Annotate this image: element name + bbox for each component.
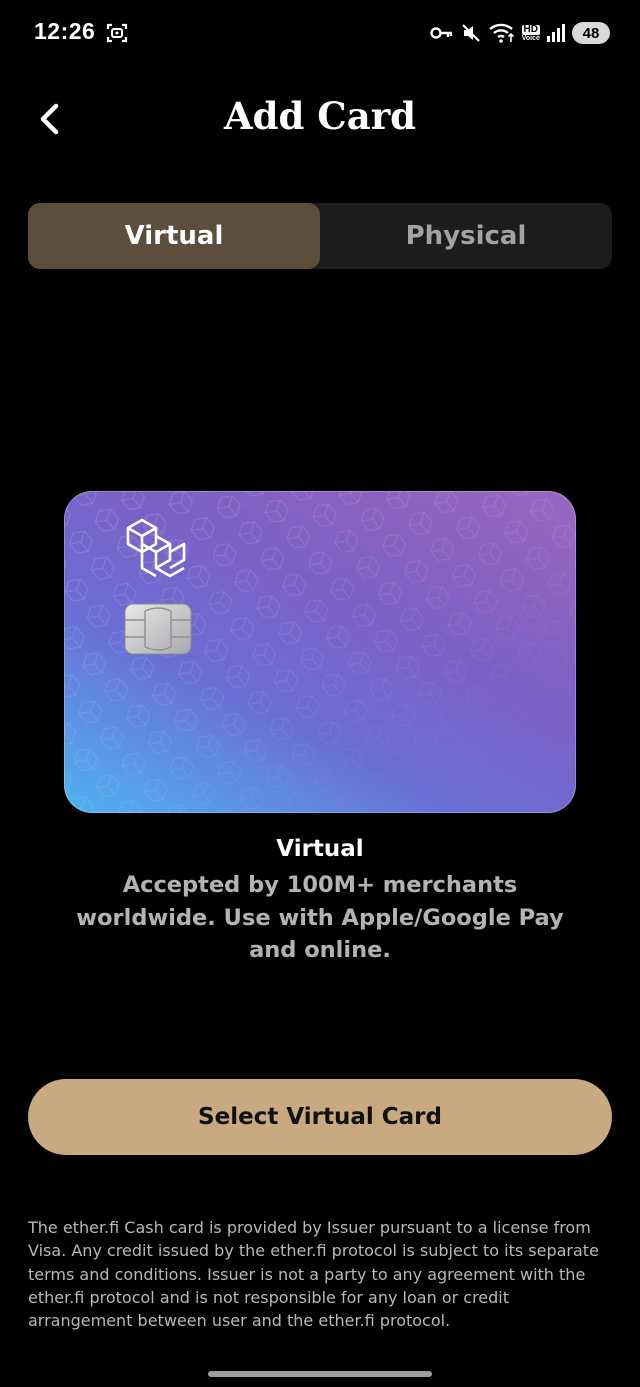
voice-label: Voice [521, 34, 540, 42]
screen-record-icon [106, 23, 128, 43]
status-time: 12:26 [34, 18, 96, 44]
status-bar: 12:26 HD Voice 48 [0, 0, 640, 66]
hd-label: HD [521, 23, 540, 35]
card-name: Virtual [276, 836, 364, 862]
page-title: Add Card [223, 94, 417, 138]
status-icons: HD Voice 48 [429, 18, 610, 48]
select-virtual-card-button[interactable]: Select Virtual Card [28, 1079, 612, 1155]
signal-icon [547, 24, 565, 42]
tab-virtual[interactable]: Virtual [28, 203, 320, 269]
key-icon [429, 27, 452, 39]
home-indicator[interactable] [208, 1371, 432, 1377]
tab-physical[interactable]: Physical [320, 203, 612, 269]
card-description: Accepted by 100M+ merchants worldwide. U… [76, 872, 564, 963]
mute-icon [461, 24, 480, 42]
etherfi-logo-icon [126, 518, 186, 578]
card-chip-icon [124, 603, 192, 655]
wifi-icon [488, 23, 514, 43]
card-preview [64, 491, 576, 813]
battery-icon: 48 [572, 22, 610, 44]
card-type-tabs: Virtual Physical [28, 203, 612, 269]
disclaimer-text: The ether.fi Cash card is provided by Is… [28, 1218, 599, 1331]
hd-voice-icon: HD Voice [521, 23, 540, 42]
